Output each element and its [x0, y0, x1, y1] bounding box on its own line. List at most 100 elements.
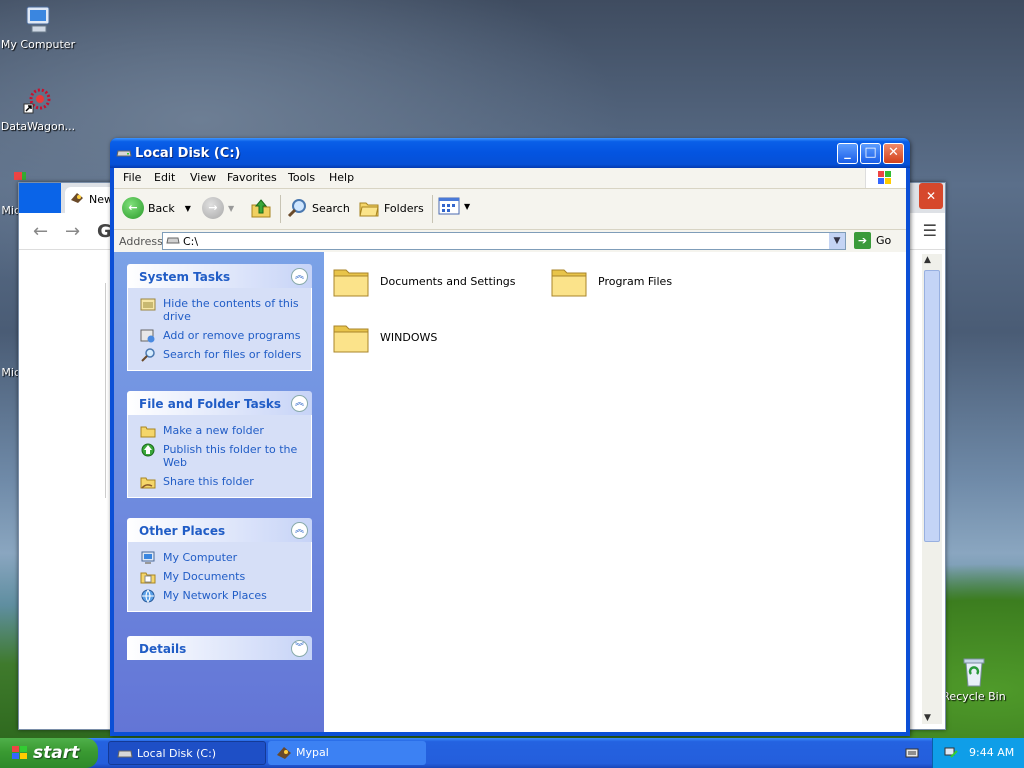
documents-icon [140, 570, 156, 584]
keyboard-icon[interactable] [905, 747, 919, 759]
scroll-up-icon[interactable]: ▲ [924, 255, 931, 265]
other-places-panel: Other Places ︽ My Computer My Documents [127, 518, 312, 612]
add-remove-programs-link[interactable]: Add or remove programs [128, 326, 311, 345]
desktop-icon-recycle-bin[interactable]: Recycle Bin [936, 656, 1012, 703]
clock[interactable]: 9:44 AM [969, 746, 1014, 759]
network-tray-icon[interactable] [943, 745, 959, 761]
task-label: Local Disk (C:) [137, 747, 217, 760]
chevron-down-icon[interactable]: ▼ [464, 202, 470, 211]
folder-icon [332, 264, 370, 298]
start-button[interactable]: start [0, 738, 98, 768]
search-label: Search [312, 201, 350, 215]
explorer-titlebar[interactable]: Local Disk (C:) _ □ ✕ [110, 138, 910, 168]
drive-icon [166, 236, 180, 246]
new-folder-icon [140, 424, 156, 438]
folder-icon [550, 264, 588, 298]
recycle-bin-icon [958, 656, 990, 688]
folders-button[interactable]: Folders [358, 197, 424, 219]
details-header[interactable]: Details ︾ [127, 636, 312, 660]
views-button[interactable]: ▼ [438, 197, 470, 215]
other-places-header[interactable]: Other Places ︽ [127, 518, 312, 542]
share-folder-icon [140, 475, 156, 489]
computer-icon [22, 4, 54, 36]
forward-arrow-icon: → [202, 197, 224, 219]
expand-icon[interactable]: ︾ [291, 640, 308, 657]
forward-button[interactable]: → ▼ [202, 197, 234, 219]
folders-label: Folders [384, 201, 424, 215]
panel-title: File and Folder Tasks [139, 397, 282, 411]
folder-item[interactable]: Documents and Settings [332, 264, 516, 298]
publish-folder-link[interactable]: Publish this folder to the Web [128, 440, 311, 472]
address-input[interactable]: C:\ ▼ [162, 232, 846, 250]
chevron-down-icon[interactable]: ▼ [185, 204, 191, 213]
toolbar-separator [432, 195, 433, 223]
up-folder-button[interactable] [250, 197, 272, 219]
menu-tools[interactable]: Tools [288, 171, 315, 184]
explorer-client: File Edit View Favorites Tools Help ← Ba… [114, 168, 906, 732]
my-computer-link[interactable]: My Computer [128, 548, 311, 567]
menu-file[interactable]: File [123, 171, 141, 184]
desktop-icon-label: DataWagon... [0, 120, 76, 133]
system-tasks-panel: System Tasks ︽ Hide the contents of this… [127, 264, 312, 371]
system-tasks-header[interactable]: System Tasks ︽ [127, 264, 312, 288]
folder-item[interactable]: WINDOWS [332, 320, 437, 354]
computer-icon [140, 551, 156, 565]
chevron-down-icon[interactable]: ▼ [228, 204, 234, 213]
folder-item[interactable]: Program Files [550, 264, 672, 298]
details-panel: Details ︾ [127, 636, 312, 660]
back-label: Back [148, 201, 175, 215]
browser-scrollbar[interactable]: ▲ ▼ [922, 254, 942, 724]
collapse-icon[interactable]: ︽ [291, 268, 308, 285]
menu-edit[interactable]: Edit [154, 171, 175, 184]
address-dropdown-icon[interactable]: ▼ [829, 233, 845, 249]
task-label: Mypal [296, 746, 329, 759]
go-button[interactable]: ➔ Go [854, 232, 891, 249]
scroll-down-icon[interactable]: ▼ [924, 713, 931, 723]
browser-back-icon[interactable]: ← [33, 221, 48, 242]
back-button[interactable]: ← Back ▼ [122, 197, 191, 219]
address-label: Address [119, 235, 163, 248]
maximize-button[interactable]: □ [860, 143, 881, 164]
views-icon [438, 197, 460, 215]
taskbar: start Local Disk (C:) Mypal 9:44 AM [0, 738, 1024, 768]
desktop-icon-label: My Computer [0, 38, 76, 51]
share-folder-link[interactable]: Share this folder [128, 472, 311, 491]
file-folder-tasks-header[interactable]: File and Folder Tasks ︽ [127, 391, 312, 415]
toolbar-separator [280, 195, 281, 223]
make-new-folder-link[interactable]: Make a new folder [128, 421, 311, 440]
explorer-window[interactable]: Local Disk (C:) _ □ ✕ File Edit View Fav… [110, 138, 910, 736]
network-icon [140, 589, 156, 603]
folder-icon [332, 320, 370, 354]
drive-icon [116, 147, 132, 157]
desktop-icon-my-computer[interactable]: My Computer [0, 4, 76, 51]
menu-bar: File Edit View Favorites Tools Help [114, 168, 906, 189]
search-files-link[interactable]: Search for files or folders [128, 345, 311, 364]
browser-close-icon[interactable]: ✕ [919, 183, 943, 209]
window-title: Local Disk (C:) [135, 146, 241, 161]
my-network-places-link[interactable]: My Network Places [128, 586, 311, 605]
drive-icon [117, 749, 133, 759]
hide-contents-link[interactable]: Hide the contents of this drive [128, 294, 311, 326]
menu-help[interactable]: Help [329, 171, 354, 184]
back-arrow-icon: ← [122, 197, 144, 219]
menu-favorites[interactable]: Favorites [227, 171, 277, 184]
my-documents-link[interactable]: My Documents [128, 567, 311, 586]
toolbar: ← Back ▼ → ▼ Search Folders ▼ [114, 189, 906, 230]
file-list: Documents and Settings Program Files WIN… [324, 252, 906, 732]
browser-menu-icon[interactable]: ☰ [923, 221, 937, 240]
panel-title: Details [139, 642, 187, 656]
taskbar-task-mypal[interactable]: Mypal [268, 741, 426, 765]
desktop-icon-datawagon[interactable]: DataWagon... [0, 86, 76, 133]
search-icon [140, 348, 156, 362]
go-arrow-icon: ➔ [854, 232, 871, 249]
panel-body: Hide the contents of this drive Add or r… [127, 288, 312, 371]
close-button[interactable]: ✕ [883, 143, 904, 164]
collapse-icon[interactable]: ︽ [291, 395, 308, 412]
scrollbar-thumb[interactable] [924, 270, 940, 542]
browser-forward-icon[interactable]: → [65, 221, 80, 242]
minimize-button[interactable]: _ [837, 143, 858, 164]
collapse-icon[interactable]: ︽ [291, 522, 308, 539]
menu-view[interactable]: View [190, 171, 216, 184]
taskbar-task-local-disk[interactable]: Local Disk (C:) [108, 741, 266, 765]
search-button[interactable]: Search [286, 197, 350, 219]
